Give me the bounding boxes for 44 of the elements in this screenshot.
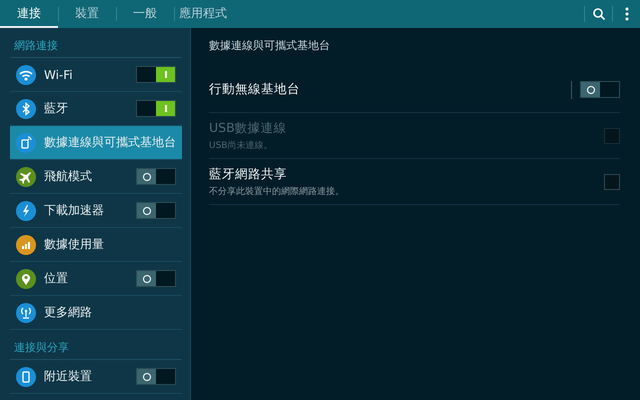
wifi-icon — [16, 64, 36, 84]
section-header: 網路連接 — [10, 28, 182, 58]
tab[interactable]: 應用程式 — [174, 0, 232, 28]
setting-label: USB數據連線 — [209, 120, 288, 136]
setting-label: 行動無線基地台 — [209, 81, 301, 98]
bluetooth-icon — [16, 98, 36, 118]
checkbox[interactable] — [604, 174, 620, 190]
section-header: 連接與分享 — [10, 330, 182, 360]
sidebar-item[interactable]: 更多網路 — [10, 296, 182, 330]
airplane-icon — [16, 166, 36, 186]
item-label: 藍牙 — [44, 100, 69, 117]
phone-signal-icon — [16, 132, 36, 152]
location-pin-icon — [16, 268, 36, 288]
item-label: 下載加速器 — [44, 202, 105, 219]
item-label: 位置 — [44, 270, 69, 287]
antenna-icon — [16, 302, 36, 322]
page-title: 數據連線與可攜式基地台 — [209, 38, 331, 54]
toggle-switch[interactable] — [136, 100, 176, 117]
setting-label: 藍牙網路共享 — [209, 166, 288, 182]
sidebar-item[interactable]: 數據使用量 — [10, 228, 182, 262]
sidebar-item[interactable]: Wi-Fi — [10, 58, 182, 92]
setting-summary: 不分享此裝置中的網際網路連接。 — [209, 186, 345, 198]
tab[interactable]: 裝置 — [58, 0, 116, 28]
toggle-switch[interactable] — [136, 368, 176, 385]
setting-summary: USB尚未連線。 — [209, 140, 274, 152]
toggle-switch[interactable] — [136, 202, 176, 219]
toggle-switch[interactable] — [136, 270, 176, 287]
sidebar-item[interactable]: 下載加速器 — [10, 194, 182, 228]
lightning-icon — [16, 200, 36, 220]
sidebar-item[interactable]: 飛航模式 — [10, 160, 182, 194]
item-label: 數據連線與可攜式基地台 — [44, 134, 176, 151]
toggle-switch[interactable] — [136, 168, 176, 185]
tab[interactable]: 一般 — [116, 0, 174, 28]
sidebar-item[interactable]: 附近裝置 — [10, 360, 182, 394]
item-label: 附近裝置 — [44, 368, 93, 385]
toggle-switch[interactable] — [580, 81, 620, 98]
item-label: 飛航模式 — [44, 168, 93, 185]
toggle-switch[interactable] — [136, 66, 176, 83]
item-label: Wi-Fi — [44, 68, 74, 82]
item-label: 數據使用量 — [44, 236, 105, 253]
sidebar-item[interactable]: 位置 — [10, 262, 182, 296]
bar-chart-icon — [16, 234, 36, 254]
item-label: 更多網路 — [44, 304, 93, 321]
device-icon — [16, 366, 36, 386]
